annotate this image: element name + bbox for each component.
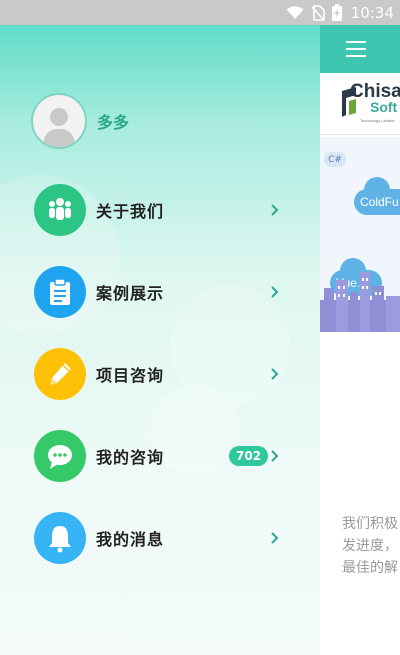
coldfusion-cloud: ColdFu bbox=[354, 177, 400, 215]
intro-text: 我们积极 发进度， 最佳的解 bbox=[320, 513, 400, 579]
chevron-right-icon bbox=[271, 532, 279, 544]
consultation-count-badge: 702 bbox=[229, 446, 269, 466]
menu-item-label: 关于我们 bbox=[96, 202, 165, 221]
avatar[interactable] bbox=[31, 93, 87, 149]
chevron-right-icon bbox=[271, 450, 279, 462]
background-app: Chisal Soft Technology Limited C# ColdFu… bbox=[320, 25, 400, 655]
default-avatar-icon bbox=[43, 108, 75, 147]
intro-text-line: 我们积极 bbox=[342, 516, 398, 532]
brand-name-line2: Soft bbox=[370, 99, 398, 115]
menu-icon-circle bbox=[34, 184, 86, 236]
hero-illustration: C# ColdFu Vue.js bbox=[320, 137, 400, 332]
pencil-icon bbox=[50, 363, 71, 385]
menu-item-label: 我的消息 bbox=[96, 530, 165, 549]
csharp-tag: C# bbox=[324, 152, 346, 167]
chevron-right-icon bbox=[271, 368, 279, 380]
brand-tagline: Technology Limited bbox=[360, 118, 395, 123]
wifi-icon bbox=[286, 5, 304, 19]
chat-bubble-icon bbox=[48, 445, 72, 469]
intro-text-line: 最佳的解 bbox=[342, 560, 398, 576]
menu-item-my-consultations[interactable]: 我的咨询 702 bbox=[0, 426, 320, 486]
menu-item-my-messages[interactable]: 我的消息 bbox=[0, 508, 320, 568]
bell-icon bbox=[49, 526, 71, 553]
menu-icon-circle bbox=[34, 266, 86, 318]
group-icon bbox=[49, 198, 71, 220]
chevron-right-icon bbox=[271, 286, 279, 298]
hamburger-menu-icon[interactable] bbox=[346, 41, 366, 57]
city-skyline-icon bbox=[320, 272, 400, 332]
coldfusion-cloud-label: ColdFu bbox=[360, 195, 399, 209]
menu-icon-circle bbox=[34, 348, 86, 400]
menu-icon-circle bbox=[34, 512, 86, 564]
menu-item-label: 我的咨询 bbox=[96, 448, 165, 467]
menu-item-about-us[interactable]: 关于我们 bbox=[0, 180, 320, 240]
menu-item-label: 案例展示 bbox=[96, 284, 165, 303]
clipboard-icon bbox=[50, 278, 70, 305]
menu-item-label: 项目咨询 bbox=[96, 366, 165, 385]
chevron-right-icon bbox=[271, 204, 279, 216]
background-app-header bbox=[320, 25, 400, 73]
user-profile[interactable]: 多多 bbox=[31, 93, 129, 149]
menu-icon-circle bbox=[34, 430, 86, 482]
menu-item-case-showcase[interactable]: 案例展示 bbox=[0, 262, 320, 322]
status-time: 10:34 bbox=[350, 3, 394, 22]
status-bar: 10:34 bbox=[0, 0, 400, 25]
intro-text-line: 发进度， bbox=[342, 538, 398, 554]
battery-charging-icon bbox=[331, 4, 342, 21]
no-sim-icon bbox=[311, 4, 325, 21]
username: 多多 bbox=[97, 113, 130, 132]
navigation-drawer: 多多 关于我们 案例展示 项目咨询 我的咨询 702 我的消息 bbox=[0, 25, 320, 655]
brand-banner: Chisal Soft Technology Limited bbox=[320, 73, 400, 135]
menu-item-project-consult[interactable]: 项目咨询 bbox=[0, 344, 320, 404]
